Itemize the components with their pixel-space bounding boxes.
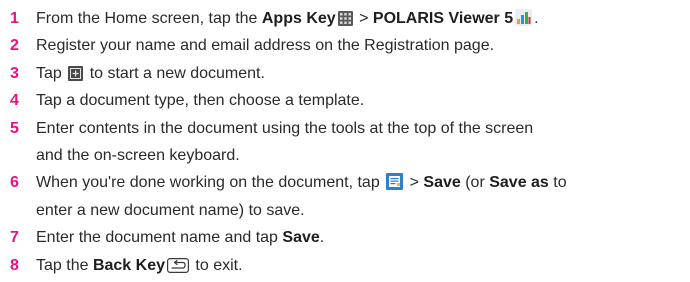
step-text: From the Home screen, tap the Apps Key >… [36,5,680,32]
step-text-part: Tap [36,64,67,82]
step-text: Enter the document name and tap Save. [36,224,680,251]
step-text: When you're done working on the document… [36,169,680,224]
step-text-part: . [319,229,325,247]
step-text: Tap to start a new document. [36,60,680,87]
step-text: Enter contents in the document using the… [36,115,680,170]
step-number: 6 [10,174,19,192]
step-text-part: to [548,174,567,192]
save-label: Save [282,229,320,247]
step-3: 3 Tap to start a new document. [10,60,680,87]
step-text-part: to exit. [190,256,243,274]
step-text-line: enter a new document name) to save. [36,201,305,219]
step-1: 1 From the Home screen, tap the Apps Key… [10,5,680,32]
step-7: 7 Enter the document name and tap Save. [10,224,680,251]
step-text-part: Enter the document name and tap [36,229,283,247]
step-text-part: > [405,174,424,192]
polaris-viewer-label: POLARIS Viewer 5 [372,10,514,27]
document-menu-icon [386,173,404,191]
step-text-line: Enter contents in the document using the… [36,119,534,137]
save-as-label: Save as [489,174,549,192]
step-text-part: When you're done working on the document… [36,174,385,192]
step-text: Tap the Back Key to exit. [36,252,680,279]
step-8: 8 Tap the Back Key to exit. [10,252,680,279]
step-text: Register your name and email address on … [36,37,495,55]
step-number: 1 [10,10,19,27]
step-5: 5 Enter contents in the document using t… [10,115,680,170]
step-text-part: > [354,10,373,27]
step-4: 4 Tap a document type, then choose a tem… [10,87,680,114]
step-text-part: From the Home screen, tap the [36,10,262,27]
step-number: 5 [10,119,19,137]
apps-key-label: Apps Key [261,10,336,27]
step-2: 2 Register your name and email address o… [10,32,680,59]
step-number: 4 [10,92,19,110]
instruction-steps: 1 From the Home screen, tap the Apps Key… [10,5,680,279]
step-number: 8 [10,256,19,274]
save-label: Save [423,174,461,192]
apps-grid-icon [337,11,353,26]
step-text-part: to start a new document. [85,64,265,82]
back-key-icon [166,257,189,273]
step-text-part: (or [460,174,490,192]
step-text-part: . [534,10,539,27]
polaris-viewer-icon [515,9,533,26]
step-text-part: Tap the [36,256,93,274]
step-number: 2 [10,37,19,55]
step-6: 6 When you're done working on the docume… [10,169,680,224]
back-key-label: Back Key [92,256,165,274]
step-number: 7 [10,229,19,247]
step-text: Tap a document type, then choose a templ… [36,92,365,110]
step-number: 3 [10,64,19,82]
step-text-line: and the on-screen keyboard. [36,147,240,165]
new-document-plus-icon [68,65,84,81]
